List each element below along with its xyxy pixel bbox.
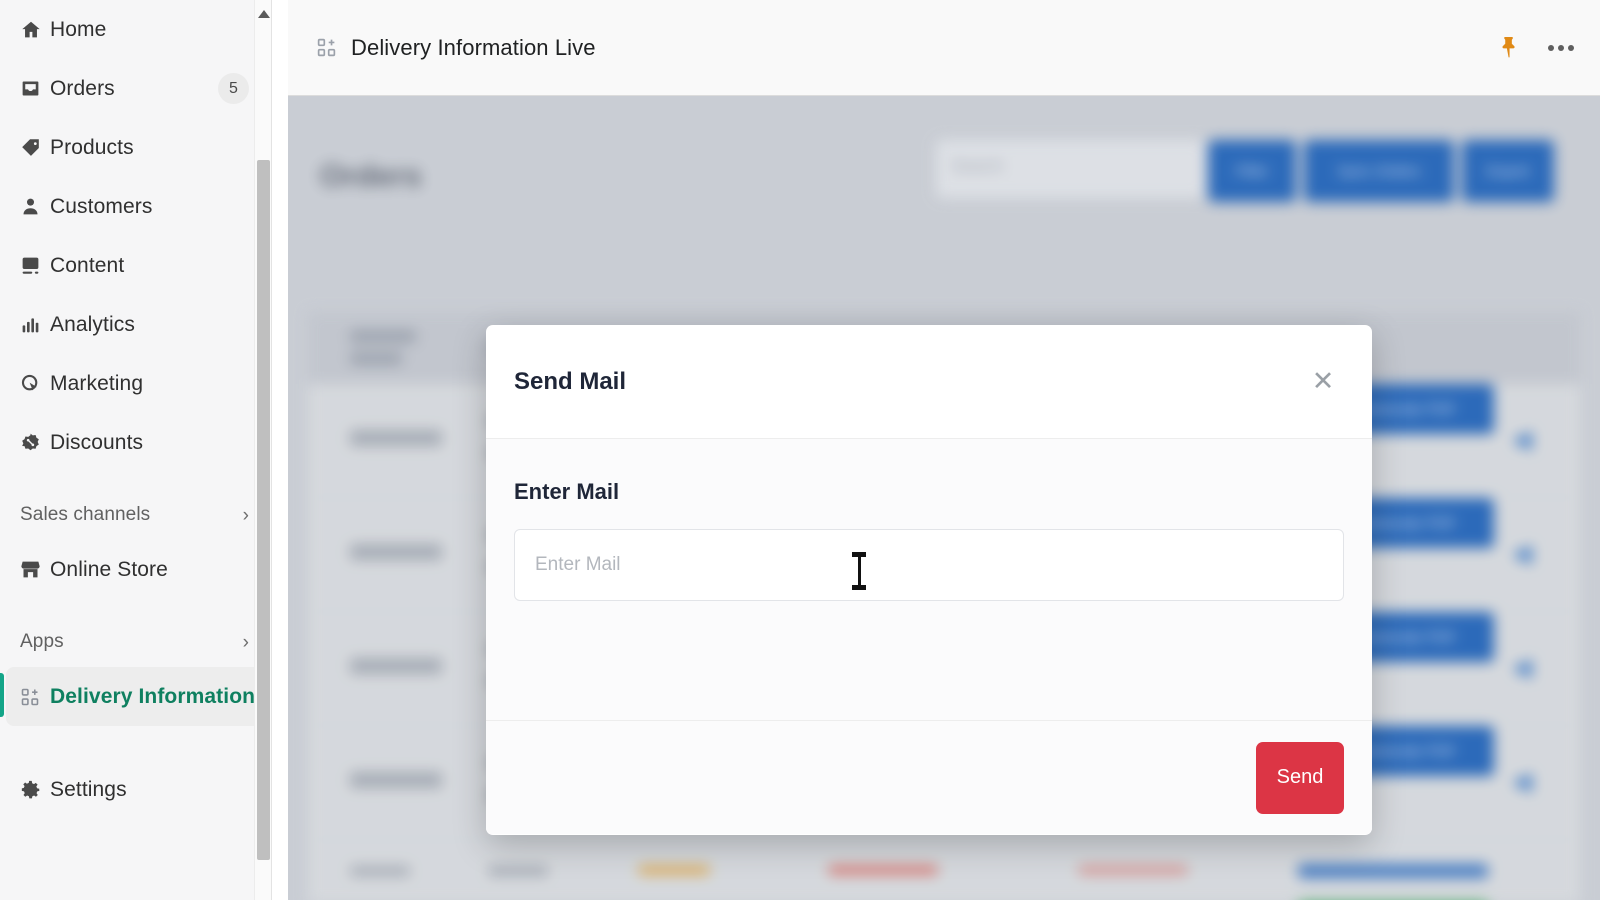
enter-mail-label: Enter Mail	[514, 479, 620, 504]
close-icon[interactable]: ✕	[1306, 365, 1340, 399]
modal-body: Enter Mail	[486, 439, 1372, 720]
send-mail-modal: Send Mail ✕ Enter Mail Send	[486, 325, 1372, 835]
send-button[interactable]: Send	[1256, 741, 1344, 814]
email-field[interactable]	[514, 529, 1344, 601]
app-root: Home Orders 5 Products Customers Content…	[0, 0, 1600, 900]
modal-title: Send Mail	[514, 367, 627, 395]
modal-footer: Send	[486, 720, 1372, 834]
modal-header: Send Mail ✕	[486, 325, 1372, 439]
